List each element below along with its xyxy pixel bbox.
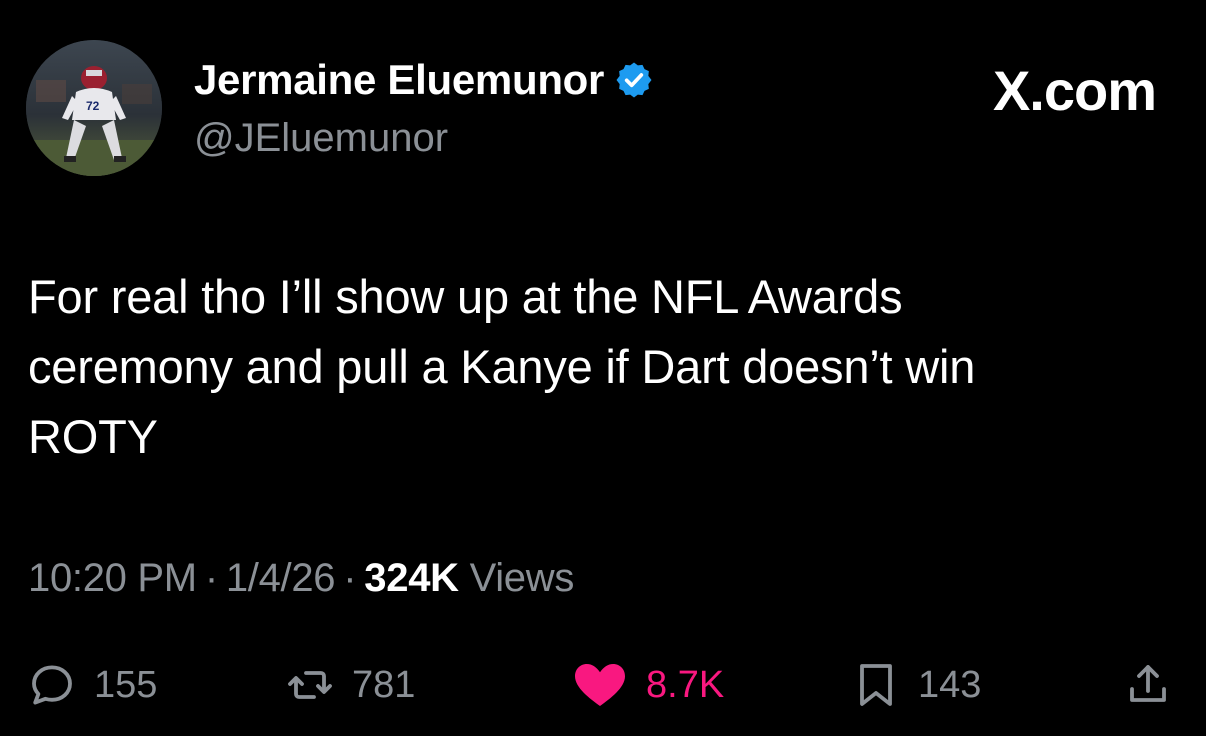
verified-badge-icon (614, 60, 654, 100)
author-name-row[interactable]: Jermaine Eluemunor (194, 56, 654, 104)
reply-button[interactable]: 155 (28, 650, 157, 720)
source-label: X.com (992, 59, 1157, 122)
heart-icon (572, 661, 628, 709)
tweet-card: 72 Jermaine Eluemunor @JEluemunor X.com … (0, 0, 1206, 736)
tweet-date[interactable]: 1/4/26 (226, 556, 336, 600)
reply-icon (28, 661, 76, 709)
bookmark-button[interactable]: 143 (852, 650, 981, 720)
views-count: 324K (364, 556, 459, 600)
author-display-name[interactable]: Jermaine Eluemunor (194, 56, 604, 104)
author-handle[interactable]: @JEluemunor (194, 116, 448, 161)
share-button[interactable] (1124, 650, 1172, 720)
views-label: Views (469, 556, 575, 600)
meta-separator: · (343, 556, 357, 600)
like-button[interactable]: 8.7K (572, 650, 724, 720)
author-avatar[interactable]: 72 (26, 40, 162, 176)
action-bar: 155 781 8.7K 143 (0, 650, 1206, 720)
tweet-time[interactable]: 10:20 PM (28, 556, 197, 600)
meta-separator: · (204, 556, 218, 600)
tweet-meta: 10:20 PM · 1/4/26 · 324K Views (28, 556, 574, 601)
tweet-text: For real tho I’ll show up at the NFL Awa… (28, 270, 976, 463)
share-icon (1124, 661, 1172, 709)
svg-text:72: 72 (86, 99, 100, 113)
avatar-photo: 72 (26, 40, 162, 176)
reply-count: 155 (94, 663, 158, 706)
repost-icon (286, 661, 334, 709)
bookmark-icon (852, 661, 900, 709)
repost-count: 781 (352, 663, 416, 706)
repost-button[interactable]: 781 (286, 650, 415, 720)
like-count: 8.7K (646, 663, 725, 706)
bookmark-count: 143 (918, 663, 982, 706)
